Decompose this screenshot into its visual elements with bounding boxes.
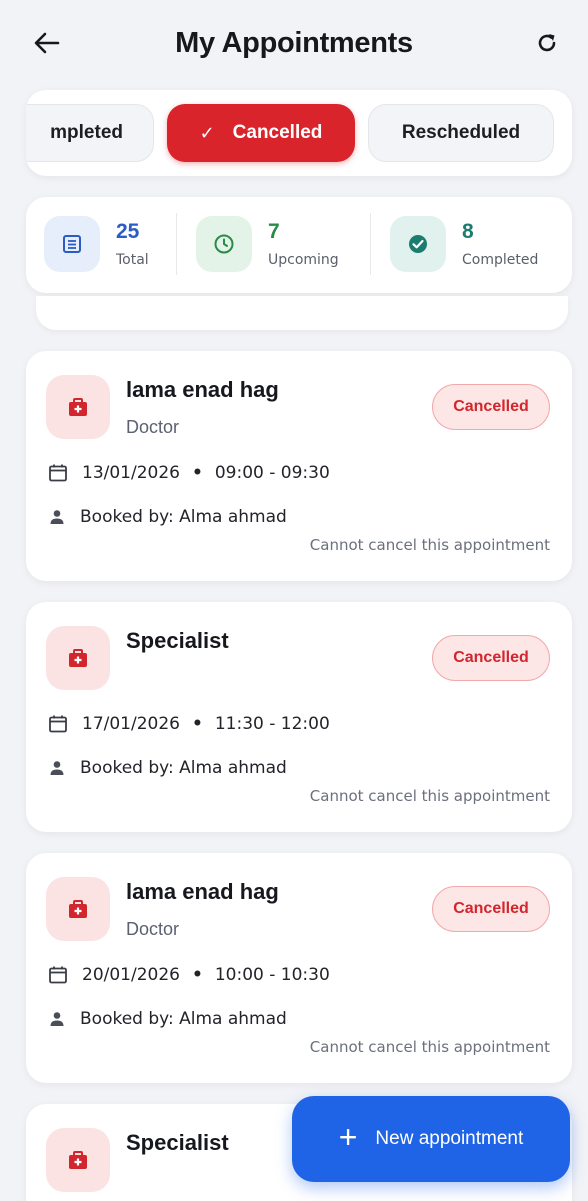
tab-label: Rescheduled — [401, 122, 521, 143]
separator: • — [191, 714, 203, 734]
refresh-icon — [538, 34, 556, 52]
booked-by-text: Booked by: Alma ahmad — [80, 507, 287, 527]
appointment-time: 09:00 - 09:30 — [214, 463, 330, 483]
page-title: My Appointments — [175, 26, 413, 59]
appointment-date: 13/01/2026 — [82, 463, 180, 483]
medical-kit-icon — [46, 1128, 110, 1192]
cancel-note: Cannot cancel this appointment — [309, 536, 550, 554]
calendar-icon — [49, 966, 67, 984]
clock-icon — [196, 216, 252, 272]
divider — [176, 213, 177, 275]
person-icon — [50, 510, 64, 524]
tab-cancelled[interactable]: ✓ Cancelled — [167, 104, 355, 162]
status-badge: Cancelled — [432, 384, 550, 430]
tab-label: Cancelled — [232, 122, 323, 143]
stat-total-value: 25 — [116, 220, 140, 243]
person-icon — [50, 761, 64, 775]
stat-completed-label: Completed — [462, 252, 539, 268]
stat-upcoming: 7 Upcoming — [196, 213, 339, 275]
tab-label: mpleted — [50, 122, 123, 143]
separator: • — [191, 965, 203, 985]
cancel-note: Cannot cancel this appointment — [309, 1038, 550, 1056]
appointment-datetime: 20/01/2026 • 10:00 - 10:30 — [48, 965, 330, 985]
appointment-name: lama enad hag — [126, 879, 279, 904]
appointment-name: Specialist — [126, 1130, 229, 1155]
refresh-button[interactable] — [530, 26, 564, 60]
booked-by: Booked by: Alma ahmad — [48, 758, 287, 778]
cancel-note: Cannot cancel this appointment — [309, 787, 550, 805]
list-icon — [44, 216, 100, 272]
new-appointment-label: New appointment — [375, 1128, 524, 1149]
partial-card — [36, 296, 568, 330]
appointment-datetime: 17/01/2026 • 11:30 - 12:00 — [48, 714, 330, 734]
appointment-time: 11:30 - 12:00 — [214, 714, 330, 734]
stat-total-label: Total — [116, 252, 149, 268]
calendar-icon — [49, 715, 67, 733]
check-icon: ✓ — [199, 122, 215, 143]
plus-icon: + — [338, 1119, 358, 1155]
appointment-date: 17/01/2026 — [82, 714, 180, 734]
stats-summary: 25 Total 7 Upcoming 8 Completed — [26, 197, 572, 293]
separator: • — [191, 463, 203, 483]
stat-completed-value: 8 — [462, 220, 474, 243]
calendar-icon — [49, 464, 67, 482]
appointment-card[interactable]: Specialist Cancelled 17/01/2026 • 11:30 … — [26, 602, 572, 832]
arrow-left-icon — [34, 32, 60, 54]
filter-tabs: mpleted ✓ Cancelled Rescheduled — [26, 90, 572, 176]
booked-by-text: Booked by: Alma ahmad — [80, 758, 287, 778]
booked-by: Booked by: Alma ahmad — [48, 1009, 287, 1029]
medical-kit-icon — [46, 877, 110, 941]
new-appointment-button[interactable]: + New appointment — [292, 1096, 570, 1182]
check-circle-icon — [390, 216, 446, 272]
divider — [370, 213, 371, 275]
medical-kit-icon — [46, 626, 110, 690]
appointment-name: Specialist — [126, 628, 229, 653]
appointment-name: lama enad hag — [126, 377, 279, 402]
appointment-datetime: 13/01/2026 • 09:00 - 09:30 — [48, 463, 330, 483]
booked-by: Booked by: Alma ahmad — [48, 507, 287, 527]
appointment-card[interactable]: lama enad hag Doctor Cancelled 20/01/202… — [26, 853, 572, 1083]
status-badge: Cancelled — [432, 886, 550, 932]
stat-completed: 8 Completed — [390, 213, 538, 275]
app-header: My Appointments — [0, 0, 588, 88]
status-badge: Cancelled — [432, 635, 550, 681]
booked-by-text: Booked by: Alma ahmad — [80, 1009, 287, 1029]
appointment-role: Doctor — [126, 919, 180, 939]
appointment-role: Doctor — [126, 417, 180, 437]
stat-upcoming-label: Upcoming — [268, 252, 339, 268]
appointment-date: 20/01/2026 — [82, 965, 180, 985]
tab-completed[interactable]: mpleted — [26, 104, 154, 162]
tab-rescheduled[interactable]: Rescheduled — [368, 104, 554, 162]
appointment-card[interactable]: lama enad hag Doctor Cancelled 13/01/202… — [26, 351, 572, 581]
stat-upcoming-value: 7 — [268, 220, 280, 243]
stat-total: 25 Total — [44, 213, 149, 275]
appointment-time: 10:00 - 10:30 — [214, 965, 330, 985]
medical-kit-icon — [46, 375, 110, 439]
person-icon — [50, 1012, 64, 1026]
back-button[interactable] — [30, 26, 64, 60]
